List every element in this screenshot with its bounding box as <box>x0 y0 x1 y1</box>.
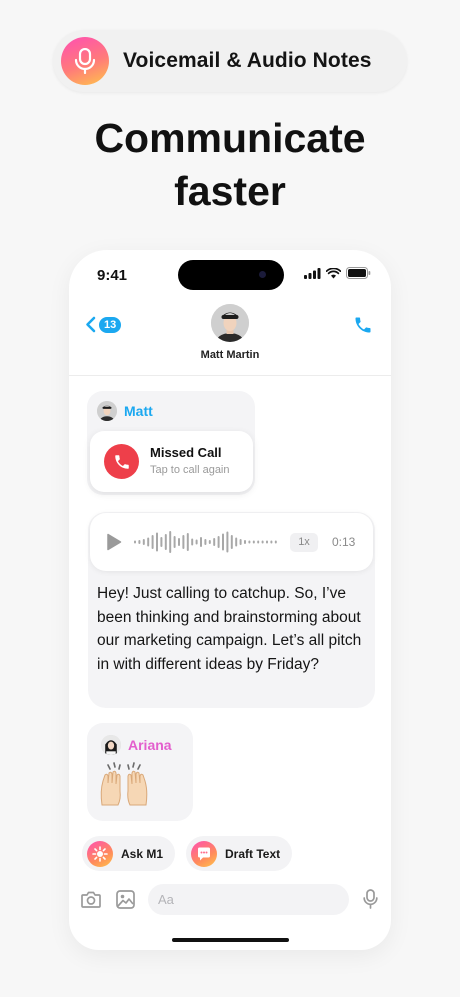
home-indicator <box>172 938 289 942</box>
phone-icon <box>355 317 371 333</box>
headline-line-2: faster <box>174 168 286 214</box>
camera-icon <box>81 891 101 908</box>
chat-header: 13 Matt Martin <box>69 302 391 376</box>
voice-note-bubble: 1x 0:13 Hey! Just calling to catchup. So… <box>88 512 375 708</box>
avatar <box>211 304 249 342</box>
avatar <box>97 401 117 421</box>
message-group-ariana: Ariana <box>87 723 193 821</box>
audio-duration: 0:13 <box>332 535 356 549</box>
chip-label: Ask M1 <box>121 846 164 861</box>
message-input[interactable] <box>148 884 349 915</box>
status-time: 9:41 <box>97 267 128 284</box>
microphone-icon <box>363 889 378 909</box>
headline-line-1: Communicate <box>94 115 366 161</box>
voice-record-button[interactable] <box>363 889 378 914</box>
dynamic-island <box>178 260 284 290</box>
wifi-icon <box>326 267 341 278</box>
avatar <box>101 735 121 755</box>
missed-call-title: Missed Call <box>150 445 222 460</box>
missed-call-subtitle: Tap to call again <box>150 464 230 476</box>
camera-button[interactable] <box>81 891 101 913</box>
back-button[interactable]: 13 <box>85 316 122 333</box>
phone-frame: 9:41 13 Matt Martin Matt Missed Call Tap… <box>69 250 391 950</box>
playback-speed-button[interactable]: 1x <box>290 533 318 552</box>
message-composer <box>69 882 391 918</box>
ask-m1-button[interactable]: Ask M1 <box>82 836 176 871</box>
audio-player: 1x 0:13 <box>90 513 373 571</box>
photo-gallery-button[interactable] <box>116 890 135 914</box>
sender-name: Matt <box>124 403 153 419</box>
chip-label: Draft Text <box>225 846 281 861</box>
feature-label: Voicemail & Audio Notes <box>123 49 372 72</box>
voice-transcript: Hey! Just calling to catchup. So, I’ve b… <box>97 585 362 673</box>
phone-call-button[interactable] <box>353 315 373 340</box>
chevron-left-icon <box>86 316 96 333</box>
raised-hands-emoji <box>100 762 148 806</box>
unread-badge: 13 <box>99 316 122 333</box>
status-icons <box>304 267 371 279</box>
signal-icon <box>304 267 321 279</box>
sender-name: Ariana <box>128 737 172 753</box>
feature-pill: Voicemail & Audio Notes <box>53 30 407 92</box>
missed-call-card[interactable]: Missed Call Tap to call again <box>90 431 253 492</box>
waveform[interactable] <box>134 525 279 559</box>
headline: Communicate faster <box>0 112 460 218</box>
play-icon <box>107 533 122 551</box>
image-icon <box>116 890 135 909</box>
contact-name: Matt Martin <box>200 349 260 361</box>
status-bar: 9:41 <box>69 250 391 300</box>
phone-icon <box>104 444 139 479</box>
sparkle-icon <box>87 840 113 867</box>
battery-icon <box>346 267 371 279</box>
contact-info[interactable]: Matt Martin <box>180 304 280 361</box>
sender-ariana: Ariana <box>101 735 172 755</box>
draft-text-button[interactable]: Draft Text <box>186 836 293 871</box>
chat-bubble-icon <box>191 840 217 867</box>
play-button[interactable] <box>106 533 122 556</box>
microphone-icon <box>61 37 109 85</box>
sender-matt: Matt <box>97 401 153 421</box>
